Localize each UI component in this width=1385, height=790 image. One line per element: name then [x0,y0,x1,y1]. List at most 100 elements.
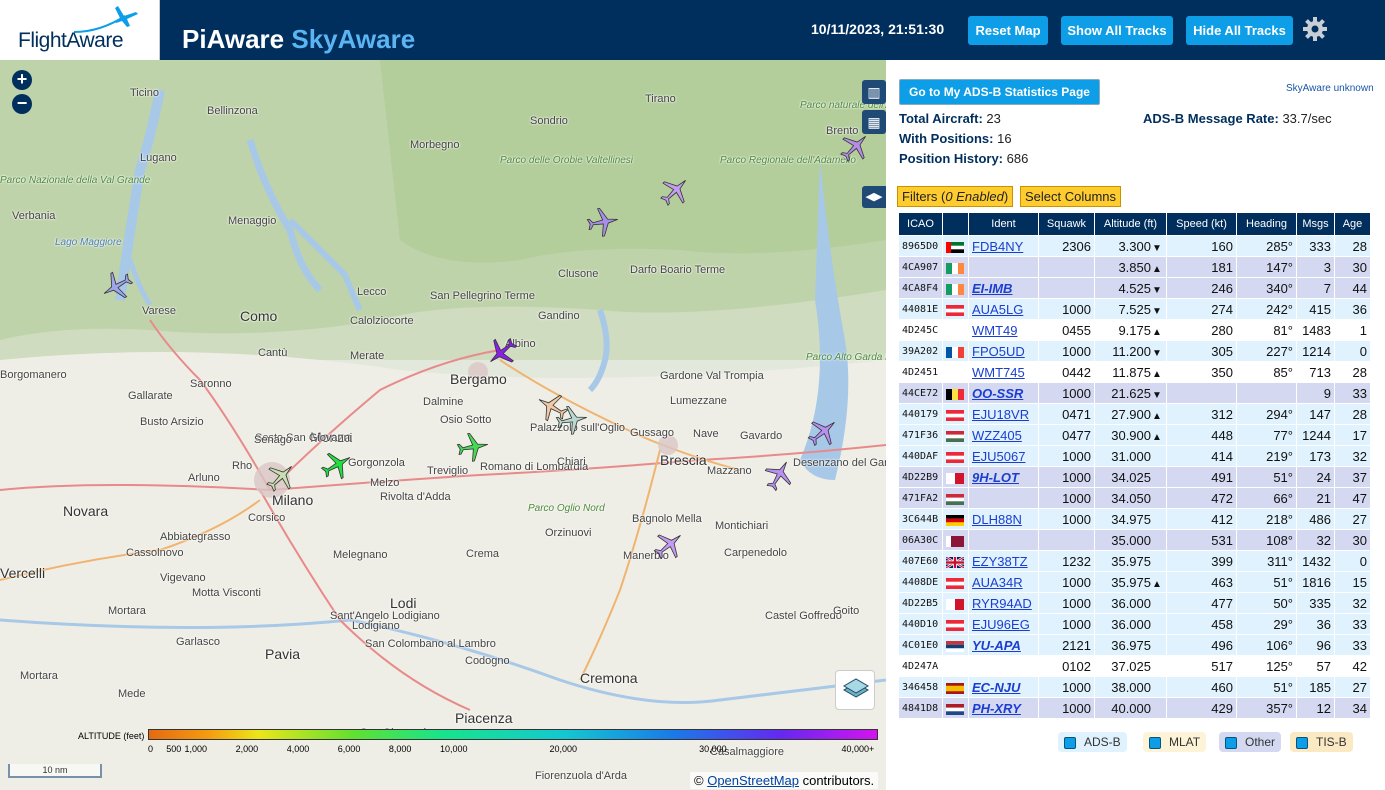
column-header[interactable]: ICAO [898,212,943,236]
hide-all-tracks-button[interactable]: Hide All Tracks [1186,16,1293,45]
table-row[interactable]: 4D247A 0102 37.025 517 125° 57 42 [898,655,1371,677]
version-link[interactable]: SkyAware unknown [1286,83,1374,94]
table-row[interactable]: 346458 EC-NJU 1000 38.000 460 51° 185 27 [898,676,1371,698]
age-cell: 0 [1334,550,1371,572]
reset-map-button[interactable]: Reset Map [968,16,1048,45]
column-header[interactable]: Age [1334,212,1371,236]
ident-link[interactable]: FDB4NY [972,239,1023,254]
table-row[interactable]: 44CE72 OO-SSR 1000 21.625▼ 9 33 [898,382,1371,404]
ident-link[interactable]: 9H-LOT [972,470,1019,485]
checkbox-icon[interactable] [1064,737,1076,749]
ident-link[interactable]: OO-SSR [972,386,1023,401]
aircraft-icon[interactable] [100,269,134,303]
table-row[interactable]: 4D22B5 RYR94AD 1000 36.000 477 50° 335 32 [898,592,1371,614]
grid-icon[interactable]: ▦ [862,110,886,134]
map-view[interactable]: Tirano Ticino Bellinzona Lugano Morbegno Sond… [0,60,886,790]
column-header[interactable]: Altitude (ft) [1094,212,1167,236]
ident-link[interactable]: AUA34R [972,575,1023,590]
source-filter-tisb[interactable]: TIS-B [1290,732,1353,752]
table-row[interactable]: 4841D8 PH-XRY 1000 40.000 429 357° 12 34 [898,697,1371,719]
layers-button[interactable] [835,670,875,710]
map-place-label: Brescia [660,452,707,468]
ident-link[interactable]: WZZ405 [972,428,1022,443]
zoom-out-button[interactable]: − [12,94,32,114]
aircraft-icon[interactable] [320,448,354,482]
openstreetmap-link[interactable]: OpenStreetMap [707,773,799,788]
ident-link[interactable]: PH-XRY [972,701,1021,716]
table-row[interactable]: 4408DE AUA34R 1000 35.975▲ 463 51° 1816 15 [898,571,1371,593]
table-row[interactable]: 06A30C 35.000 531 108° 32 30 [898,529,1371,551]
table-row[interactable]: 4D2451 WMT745 0442 11.875▲ 350 85° 713 28 [898,361,1371,383]
altitude-value: 21.625 [1111,385,1151,401]
table-row[interactable]: 440DAF EJU5067 1000 31.000 414 219° 173 32 [898,445,1371,467]
icao-cell: 440D10 [898,613,943,635]
table-row[interactable]: 471FA2 1000 34.050 472 66° 21 47 [898,487,1371,509]
table-row[interactable]: 440D10 EJU96EG 1000 36.000 458 29° 36 33 [898,613,1371,635]
aircraft-icon[interactable] [485,335,519,369]
checkbox-icon[interactable] [1296,737,1308,749]
ident-link[interactable]: EJU5067 [972,449,1025,464]
aircraft-icon[interactable] [652,528,686,562]
ident-link[interactable]: EJU96EG [972,617,1030,632]
squawk-cell: 1000 [1038,340,1095,362]
select-columns-button[interactable]: Select Columns [1020,186,1122,207]
ident-link[interactable]: EJU18VR [972,407,1029,422]
table-row[interactable]: 4C01E0 YU-APA 2121 36.975 496 106° 96 33 [898,634,1371,656]
table-row[interactable]: 407E60 EZY38TZ 1232 35.975 399 311° 1432 0 [898,550,1371,572]
altitude-cell: 34.050 [1094,487,1167,509]
column-header[interactable]: Msgs [1296,212,1335,236]
source-filter-adsb[interactable]: ADS-B [1058,732,1127,752]
altitude-tick-label: 2,000 [235,744,259,754]
aircraft-icon[interactable] [586,205,620,239]
ident-link[interactable]: FPO5UD [972,344,1025,359]
show-all-tracks-button[interactable]: Show All Tracks [1061,16,1173,45]
stats-page-button[interactable]: Go to My ADS-B Statistics Page [899,79,1100,105]
checkbox-icon[interactable] [1225,737,1237,749]
table-row[interactable]: 39A202 FPO5UD 1000 11.200▼ 305 227° 1214 0 [898,340,1371,362]
aircraft-icon[interactable] [762,458,796,492]
filters-button[interactable]: Filters (0 Enabled) [897,186,1014,207]
column-header[interactable]: Squawk [1038,212,1095,236]
aircraft-icon[interactable] [555,403,589,437]
ident-link[interactable]: WMT49 [972,323,1018,338]
ident-link[interactable]: AUA5LG [972,302,1023,317]
table-row[interactable]: 4D22B9 9H-LOT 1000 34.025 491 51° 24 37 [898,466,1371,488]
heading-cell: 147° [1236,256,1297,278]
flightaware-logo[interactable]: FlightAware [0,0,160,60]
table-row[interactable]: 44081E AUA5LG 1000 7.525▼ 274 242° 415 36 [898,298,1371,320]
gear-icon[interactable] [1302,16,1328,42]
table-row[interactable]: 4D245C WMT49 0455 9.175▲ 280 81° 1483 1 [898,319,1371,341]
column-header[interactable] [942,212,969,236]
aircraft-icon[interactable] [264,460,298,494]
table-row[interactable]: 4CA907 3.850▲ 181 147° 3 30 [898,256,1371,278]
column-header[interactable]: Ident [968,212,1039,236]
altitude-trend-icon: ▼ [1152,389,1162,401]
ident-link[interactable]: YU-APA [972,638,1021,653]
column-header[interactable]: Speed (kt) [1166,212,1237,236]
map-place-label: Busto Arsizio [140,416,204,428]
aircraft-icon[interactable] [456,430,490,464]
ident-link[interactable]: EZY38TZ [972,554,1028,569]
ident-link[interactable]: EC-NJU [972,680,1020,695]
table-row[interactable]: 440179 EJU18VR 0471 27.900▲ 312 294° 147 28 [898,403,1371,425]
checkbox-icon[interactable] [1149,737,1161,749]
country-flag-icon [946,451,964,463]
map-style-icon[interactable]: ▥ [862,80,886,104]
source-filter-mlat[interactable]: MLAT [1143,732,1207,752]
ident-link[interactable]: WMT745 [972,365,1025,380]
ident-link[interactable]: EI-IMB [972,281,1012,296]
zoom-in-button[interactable]: + [12,70,32,90]
squawk-cell: 1000 [1038,697,1095,719]
aircraft-icon[interactable] [658,174,692,208]
table-row[interactable]: 471F36 WZZ405 0477 30.900▲ 448 77° 1244 17 [898,424,1371,446]
table-row[interactable]: 8965D0 FDB4NY 2306 3.300▼ 160 285° 333 28 [898,235,1371,257]
collapse-panel-button[interactable]: ◀▶ [862,186,886,208]
aircraft-icon[interactable] [838,130,872,164]
ident-link[interactable]: RYR94AD [972,596,1032,611]
table-row[interactable]: 4CA8F4 EI-IMB 4.525▼ 246 340° 7 44 [898,277,1371,299]
column-header[interactable]: Heading [1236,212,1297,236]
aircraft-icon[interactable] [806,415,840,449]
table-row[interactable]: 3C644B DLH88N 1000 34.975 412 218° 486 27 [898,508,1371,530]
source-filter-other[interactable]: Other [1219,732,1282,752]
ident-link[interactable]: DLH88N [972,512,1022,527]
